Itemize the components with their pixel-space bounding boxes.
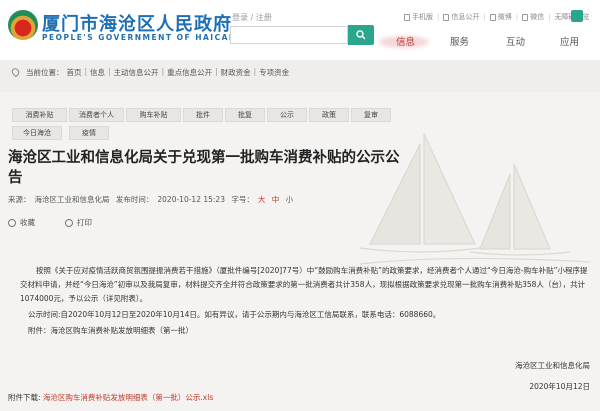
info-disclosure-link[interactable]: 信息公开 [443, 12, 479, 22]
article-meta: 来源： 海沧区工业和信息化局 发布时间： 2020-10-12 15:23 字号：大… [8, 194, 301, 205]
breadcrumb: 当前位置： 首页 | 信息 | 主动信息公开 | 重点信息公开 | 财政资金 |… [0, 64, 600, 82]
site-badge-icon[interactable] [571, 10, 583, 22]
signature-org: 海沧区工业和信息化局 [515, 361, 590, 370]
breadcrumb-active-disclosure[interactable]: 主动信息公开 [114, 67, 159, 78]
article-title: 海沧区工业和信息化局关于兑现第一批购车消费补贴的公示公告 [8, 150, 400, 186]
tag-publicity[interactable]: 公示 [267, 108, 307, 122]
wechat-icon [522, 13, 529, 21]
article-panel: 消费补贴 消费者个人 购车补贴 批件 批复 公示 政策 复审 今日海沧 疫情 海… [0, 92, 600, 411]
breadcrumb-info[interactable]: 信息 [90, 67, 105, 78]
tag-individual-consumer[interactable]: 消费者个人 [69, 108, 124, 122]
attachment-file-link[interactable]: 海沧区购车消费补贴发放明细表（第一批）公示.xls [43, 393, 213, 402]
nav-item-info[interactable]: 信息 [396, 34, 415, 48]
star-icon [8, 218, 16, 227]
document-icon [443, 13, 450, 21]
attachment-download: 附件下载: 海沧区购车消费补贴发放明细表（第一批）公示.xls [0, 384, 600, 411]
collect-button[interactable]: 收藏 [8, 217, 35, 228]
sailboat-watermark-icon [359, 133, 591, 265]
wechat-link[interactable]: 微信 [522, 12, 544, 22]
breadcrumb-prefix: 当前位置： [26, 68, 64, 77]
site-header: 厦门市海沧区人民政府 PEOPLE'S GOVERNMENT OF HAICAN… [0, 0, 600, 60]
tag-policy[interactable]: 政策 [309, 108, 349, 122]
article-source: 海沧区工业和信息化局 [34, 195, 110, 204]
font-size-medium[interactable]: 中 [272, 195, 280, 204]
location-pin-icon [10, 66, 21, 78]
breadcrumb-home[interactable]: 首页 [67, 67, 82, 78]
article-date: 2020-10-12 15:23 [157, 195, 225, 204]
nav-item-apps[interactable]: 应用 [560, 34, 579, 48]
tag-reply[interactable]: 批复 [225, 108, 265, 122]
tag-consumption-subsidy[interactable]: 消费补贴 [12, 108, 67, 122]
mobile-version-link[interactable]: 手机版 [404, 12, 433, 22]
main-nav: 信息 服务 互动 应用 [384, 34, 600, 52]
nav-item-service[interactable]: 服务 [450, 34, 469, 48]
attachment-label: 附件下载: [8, 393, 41, 402]
font-size-large[interactable]: 大 [258, 195, 266, 204]
article-paragraph-1: 按照《关于应对疫情活跃商贸氛围提振消费若干措施》（厦批件编号[2020]77号）… [20, 266, 588, 303]
search-icon [356, 30, 366, 40]
tag-epidemic[interactable]: 疫情 [69, 126, 109, 140]
printer-icon [65, 218, 73, 227]
article-body: 按照《关于应对疫情活跃商贸氛围提振消费若干措施》（厦批件编号[2020]77号）… [20, 264, 590, 340]
print-button[interactable]: 打印 [65, 217, 92, 228]
breadcrumb-key-disclosure[interactable]: 重点信息公开 [167, 67, 212, 78]
article-paragraph-2: 公示时间:自2020年10月12日至2020年10月14日。如有异议，请于公示期… [28, 310, 441, 319]
font-size-control: 字号：大 中 小 [231, 195, 294, 204]
search-button[interactable] [348, 25, 374, 45]
weibo-link[interactable]: 微博 [489, 12, 512, 22]
search-input[interactable] [230, 26, 348, 44]
article-paragraph-3: 附件：海沧区购车消费补贴发放明细表（第一批） [28, 326, 193, 335]
weibo-icon [489, 13, 496, 21]
breadcrumb-special-funds[interactable]: 专项资金 [259, 67, 289, 78]
tag-review[interactable]: 复审 [351, 108, 391, 122]
article-actions: 收藏 打印 [8, 217, 92, 228]
utility-links: 手机版 | 信息公开 | 微博 | 微信 | 无障碍浏览 [404, 12, 589, 22]
nav-item-interact[interactable]: 互动 [506, 34, 525, 48]
phone-icon [404, 13, 410, 21]
tag-approval-doc[interactable]: 批件 [183, 108, 223, 122]
breadcrumb-fiscal-funds[interactable]: 财政资金 [221, 67, 251, 78]
tag-today-haicang[interactable]: 今日海沧 [12, 126, 62, 140]
government-emblem-icon[interactable] [8, 10, 38, 40]
font-size-small[interactable]: 小 [286, 195, 294, 204]
tag-car-subsidy[interactable]: 购车补贴 [126, 108, 181, 122]
login-register-link[interactable]: 登录 / 注册 [232, 12, 272, 23]
